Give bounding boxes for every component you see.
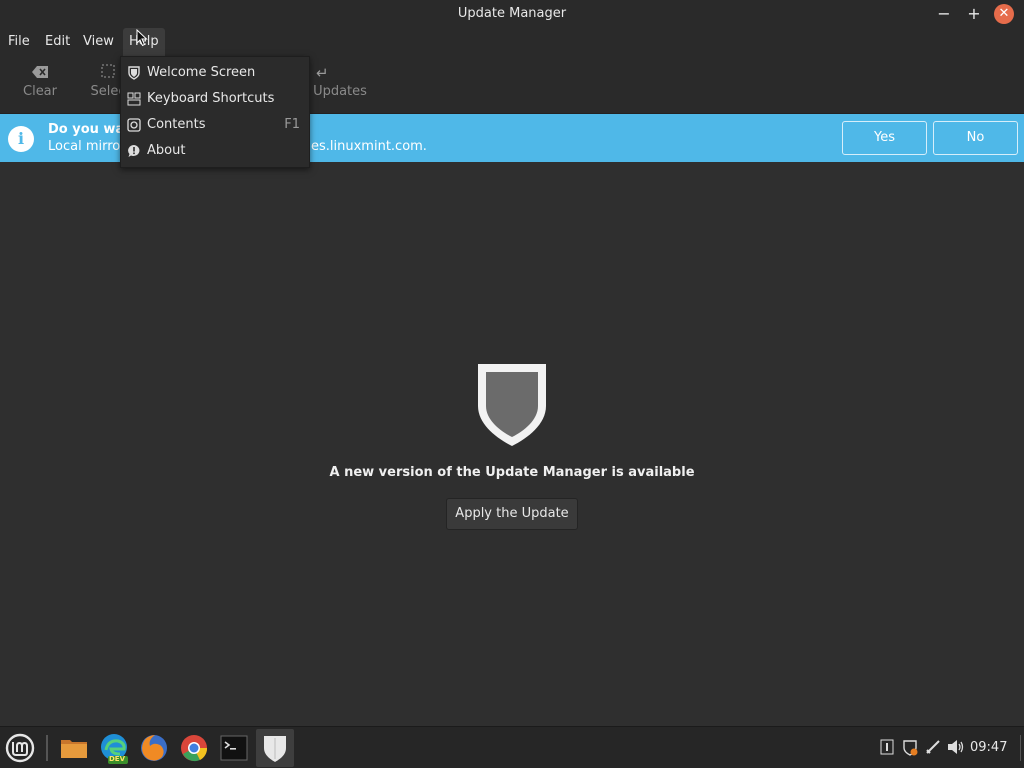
install-updates-label: Updates: [313, 84, 367, 99]
network-icon[interactable]: [925, 739, 941, 757]
keyboard-shortcuts-icon: [127, 92, 141, 106]
apply-update-button[interactable]: Apply the Update: [446, 498, 578, 530]
help-menu: Welcome Screen Keyboard Shortcuts Conten…: [120, 56, 310, 168]
terminal-icon[interactable]: [218, 732, 250, 764]
mint-menu-icon[interactable]: [4, 732, 36, 764]
about-icon: [127, 144, 141, 158]
menu-edit[interactable]: Edit: [39, 28, 76, 56]
menu-item-accelerator: F1: [284, 117, 300, 132]
no-button[interactable]: No: [933, 121, 1018, 155]
edge-dev-icon[interactable]: DEV: [98, 732, 130, 764]
backspace-icon: [18, 62, 62, 84]
firefox-icon[interactable]: [138, 732, 170, 764]
files-icon[interactable]: [58, 732, 90, 764]
window-title: Update Manager: [457, 6, 567, 21]
menu-item-label: Keyboard Shortcuts: [147, 91, 275, 106]
update-available-message: A new version of the Update Manager is a…: [329, 465, 695, 480]
menu-item-label: Welcome Screen: [147, 65, 256, 80]
volume-icon[interactable]: [947, 739, 965, 757]
yes-button[interactable]: Yes: [842, 121, 927, 155]
chrome-icon[interactable]: [178, 732, 210, 764]
close-button[interactable]: ✕: [994, 4, 1014, 24]
install-updates-button[interactable]: ↵ Updates: [310, 62, 370, 106]
menu-item-label: About: [147, 143, 186, 158]
update-manager-icon[interactable]: [259, 732, 291, 764]
info-icon: i: [8, 126, 34, 152]
title-bar: Update Manager − + ✕: [0, 0, 1024, 28]
clear-label: Clear: [23, 84, 57, 99]
maximize-button[interactable]: +: [964, 4, 984, 24]
help-contents-icon: [127, 118, 141, 132]
menu-bar: File Edit View Help: [0, 28, 1024, 56]
menu-item-welcome-screen[interactable]: Welcome Screen: [121, 61, 309, 87]
keyboard-layout-icon[interactable]: [880, 739, 894, 757]
shield-icon: [127, 66, 141, 80]
mouse-cursor-icon: [136, 29, 148, 47]
infobar-detail: Local mirror: [48, 139, 126, 154]
main-content: A new version of the Update Manager is a…: [0, 162, 1024, 726]
menu-view[interactable]: View: [77, 28, 120, 56]
clock[interactable]: 09:47: [970, 740, 1007, 755]
menu-item-keyboard-shortcuts[interactable]: Keyboard Shortcuts: [121, 87, 309, 113]
show-desktop-edge[interactable]: [1020, 735, 1021, 761]
shield-icon: [478, 364, 546, 446]
update-shield-tray-icon[interactable]: [902, 739, 918, 757]
menu-file[interactable]: File: [2, 28, 36, 56]
menu-item-label: Contents: [147, 117, 206, 132]
clear-button[interactable]: Clear: [18, 62, 62, 106]
edge-dev-badge: DEV: [109, 755, 126, 763]
taskbar-separator: [46, 735, 48, 761]
taskbar: DEV 09:47: [0, 726, 1024, 768]
minimize-button[interactable]: −: [934, 4, 954, 24]
infobar-detail-tail: es.linuxmint.com.: [311, 139, 427, 154]
menu-item-contents[interactable]: Contents F1: [121, 113, 309, 139]
return-arrow-icon: ↵: [316, 64, 329, 82]
menu-item-about[interactable]: About: [121, 139, 309, 165]
